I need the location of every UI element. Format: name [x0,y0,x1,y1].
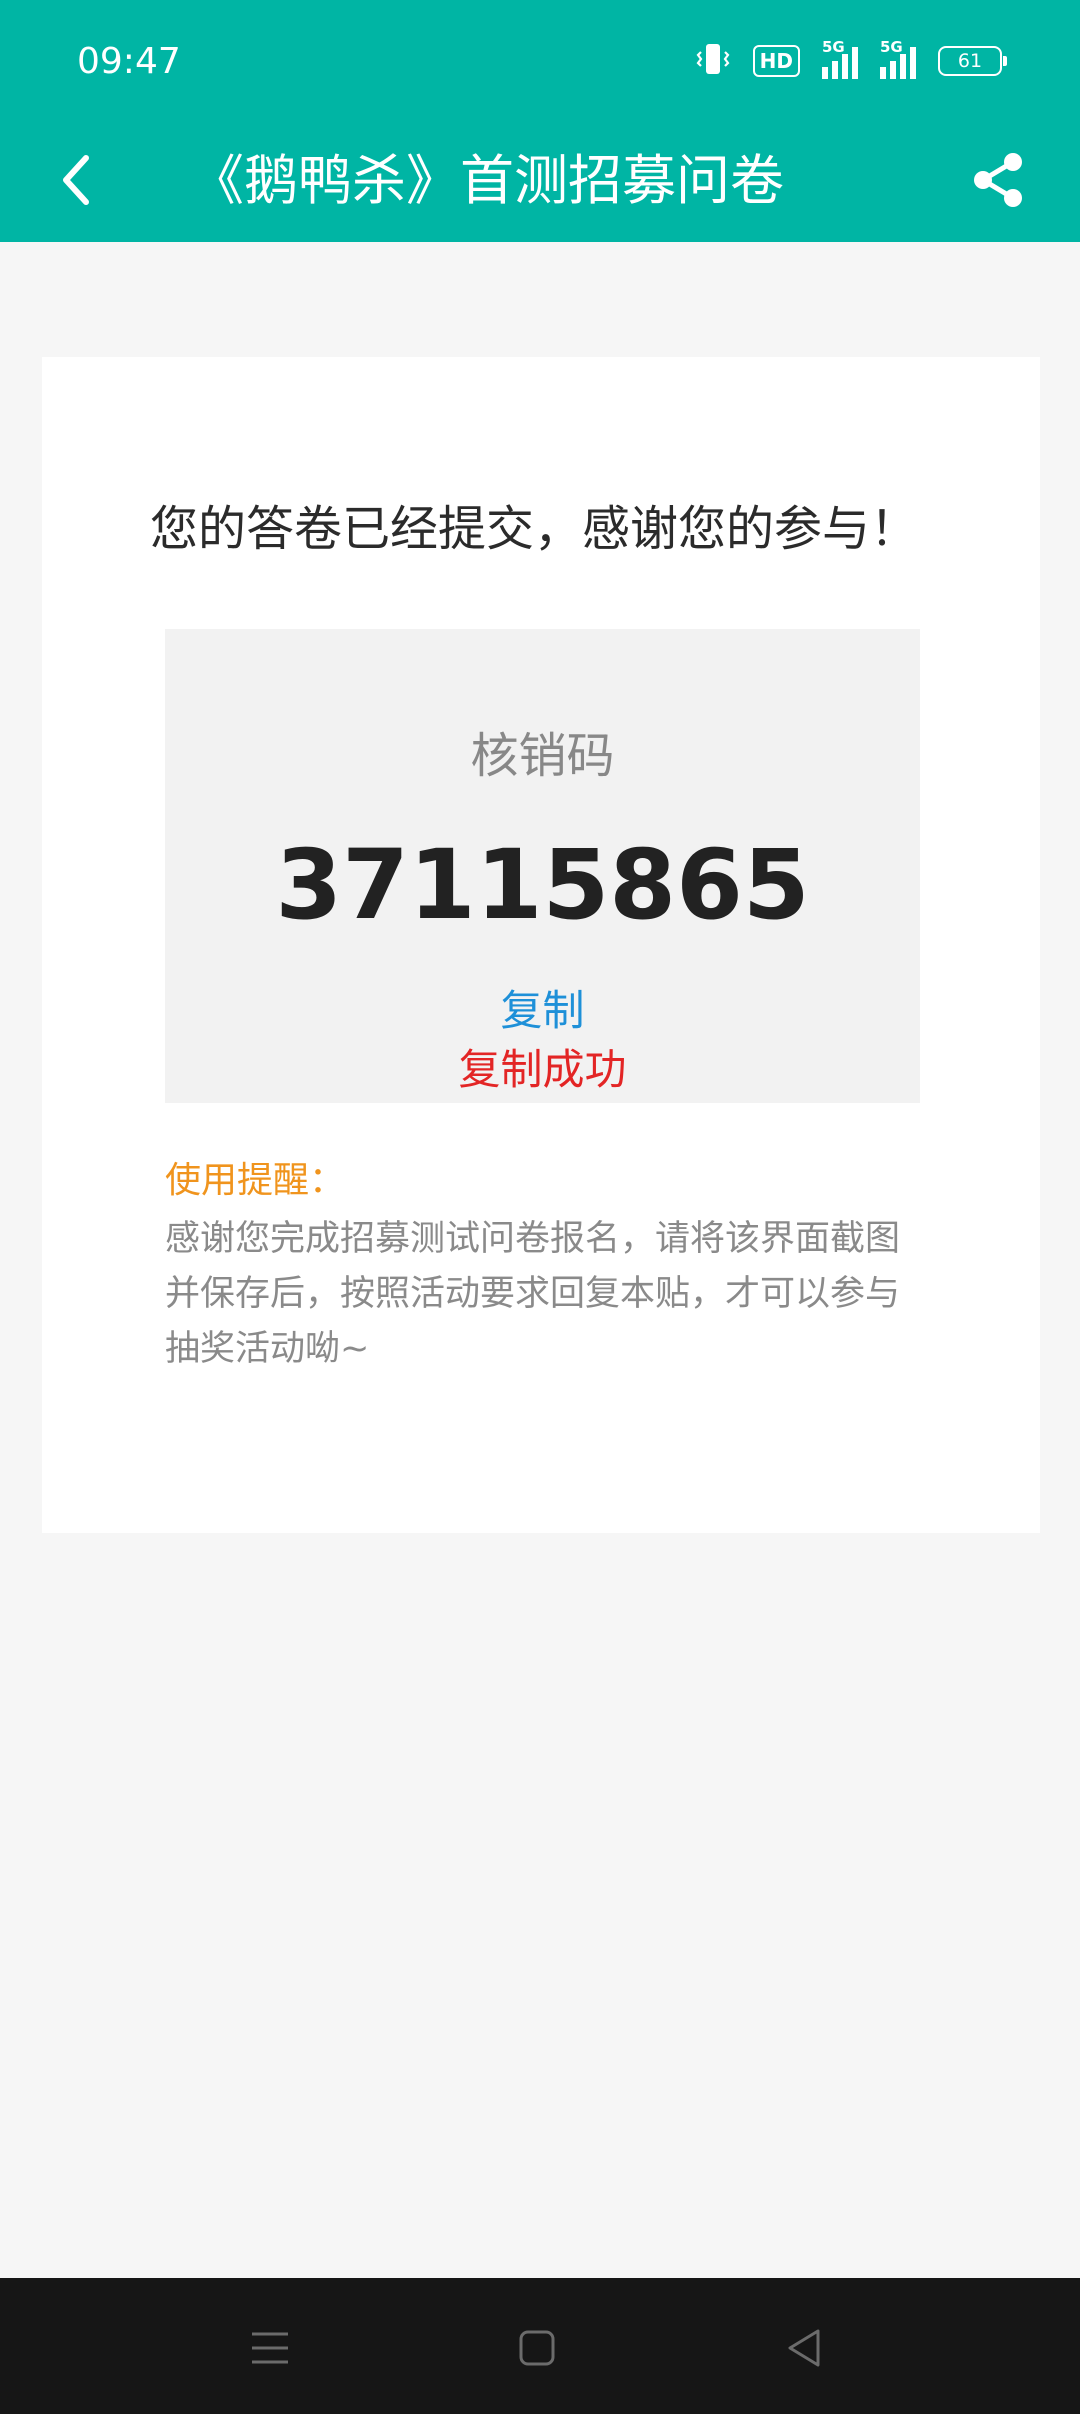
status-icons: HD 5G 5G 61 [695,38,1007,84]
signal-5g-icon: 5G [822,39,858,79]
signal-5g-secondary-icon: 5G [880,39,916,79]
app-header: 《鹅鸭杀》首测招募问卷 [0,120,1080,242]
result-card: 您的答卷已经提交，感谢您的参与！ 核销码 37115865 复制 复制成功 使用… [42,357,1040,1533]
copy-button[interactable]: 复制 [165,982,920,1040]
submission-message: 您的答卷已经提交，感谢您的参与！ [150,501,919,557]
menu-icon [252,2332,288,2364]
page-title: 《鹅鸭杀》首测招募问卷 [190,149,784,212]
back-button[interactable] [40,140,112,220]
status-time: 09:47 [77,41,181,82]
system-navigation-bar [0,2278,1080,2414]
system-back-button[interactable] [774,2318,834,2378]
battery-icon: 61 [938,46,1007,76]
vibrate-icon [695,41,731,81]
redemption-code-box: 核销码 37115865 复制 复制成功 [165,629,920,1103]
back-chevron-icon [63,155,89,205]
copy-success-message: 复制成功 [458,1045,627,1094]
hd-voice-icon: HD [752,45,800,77]
home-button[interactable] [507,2318,567,2378]
code-label: 核销码 [470,728,615,784]
back-triangle-icon [788,2329,820,2367]
share-button[interactable] [956,138,1040,222]
share-icon [974,153,1022,207]
usage-tip-title: 使用提醒： [165,1160,346,1201]
status-bar: 09:47 HD 5G 5G 61 [0,0,1080,120]
home-icon [519,2330,555,2366]
battery-level: 61 [957,50,983,72]
code-value: 37115865 [275,829,810,941]
recent-apps-button[interactable] [240,2318,300,2378]
usage-tip-text: 感谢您完成招募测试问卷报名，请将该界面截图并保存后，按照活动要求回复本贴，才可以… [165,1219,901,1369]
